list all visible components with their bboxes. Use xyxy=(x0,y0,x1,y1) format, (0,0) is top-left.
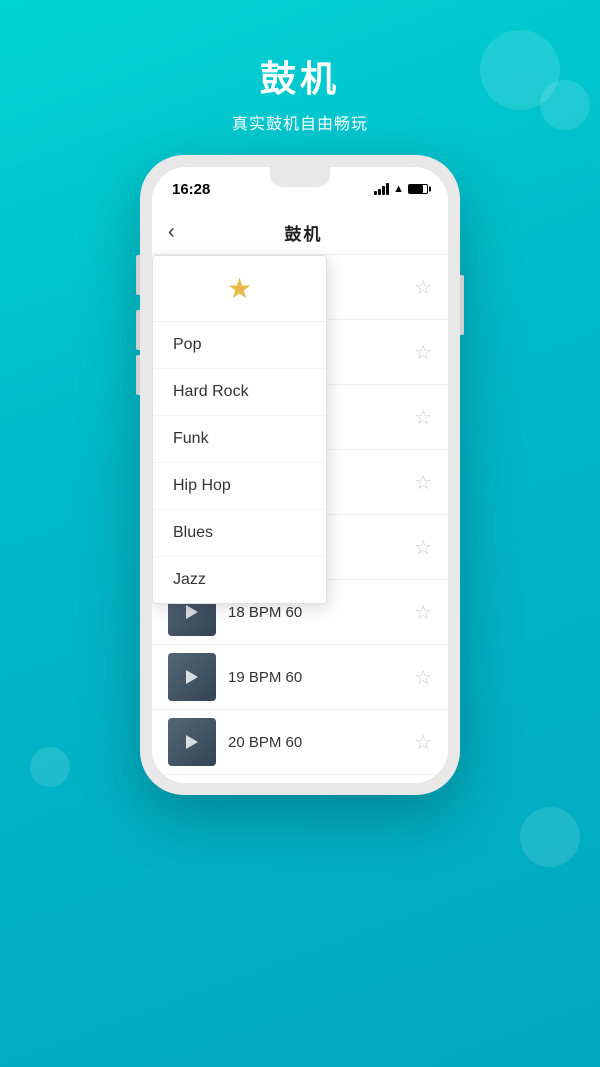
status-time: 16:28 xyxy=(172,181,210,198)
track-list-item[interactable]: 20 BPM 60 ☆ xyxy=(152,710,448,775)
bg-decoration-4 xyxy=(30,747,70,787)
status-bar: 16:28 ▲ xyxy=(152,167,448,211)
back-button[interactable]: ‹ xyxy=(168,221,175,244)
favorite-star-icon[interactable]: ☆ xyxy=(414,340,432,365)
track-label: 20 BPM 60 xyxy=(216,734,414,751)
bg-decoration-3 xyxy=(520,807,580,867)
page-subtitle: 真实鼓机自由畅玩 xyxy=(0,110,600,134)
play-icon xyxy=(186,670,198,684)
genre-item-pop[interactable]: Pop xyxy=(153,322,326,369)
favorite-star-icon[interactable]: ☆ xyxy=(414,600,432,625)
play-icon xyxy=(186,605,198,619)
wifi-icon: ▲ xyxy=(393,183,404,195)
battery-icon xyxy=(408,184,428,194)
phone-screen: 16:28 ▲ ‹ 鼓机 1 BP xyxy=(152,167,448,783)
track-list-item[interactable]: 19 BPM 60 ☆ xyxy=(152,645,448,710)
genre-item-funk[interactable]: Funk xyxy=(153,416,326,463)
genre-dropdown: ★ PopHard RockFunkHip HopBluesJazz xyxy=(152,255,327,604)
genre-item-blues[interactable]: Blues xyxy=(153,510,326,557)
dropdown-header: ★ xyxy=(153,256,326,322)
track-label: 19 BPM 60 xyxy=(216,669,414,686)
track-thumbnail xyxy=(168,653,216,701)
favorite-star-icon[interactable]: ☆ xyxy=(414,730,432,755)
genre-item-jazz[interactable]: Jazz xyxy=(153,557,326,603)
track-thumbnail xyxy=(168,718,216,766)
favorites-star-icon[interactable]: ★ xyxy=(227,272,252,305)
genre-item-hip-hop[interactable]: Hip Hop xyxy=(153,463,326,510)
track-label: 18 BPM 60 xyxy=(216,604,414,621)
track-list-item[interactable]: 23 BPM 85 ☆ xyxy=(152,775,448,783)
favorite-star-icon[interactable]: ☆ xyxy=(414,535,432,560)
play-icon xyxy=(186,735,198,749)
status-icons: ▲ xyxy=(374,183,428,195)
app-bar: ‹ 鼓机 xyxy=(152,211,448,255)
signal-icon xyxy=(374,183,389,195)
notch xyxy=(270,167,330,187)
genre-item-hard-rock[interactable]: Hard Rock xyxy=(153,369,326,416)
favorite-star-icon[interactable]: ☆ xyxy=(414,665,432,690)
favorite-star-icon[interactable]: ☆ xyxy=(414,470,432,495)
favorite-star-icon[interactable]: ☆ xyxy=(414,405,432,430)
bg-decoration-2 xyxy=(540,80,590,130)
phone-frame: 16:28 ▲ ‹ 鼓机 1 BP xyxy=(140,155,460,795)
app-bar-title: 鼓机 xyxy=(175,220,432,245)
favorite-star-icon[interactable]: ☆ xyxy=(414,275,432,300)
